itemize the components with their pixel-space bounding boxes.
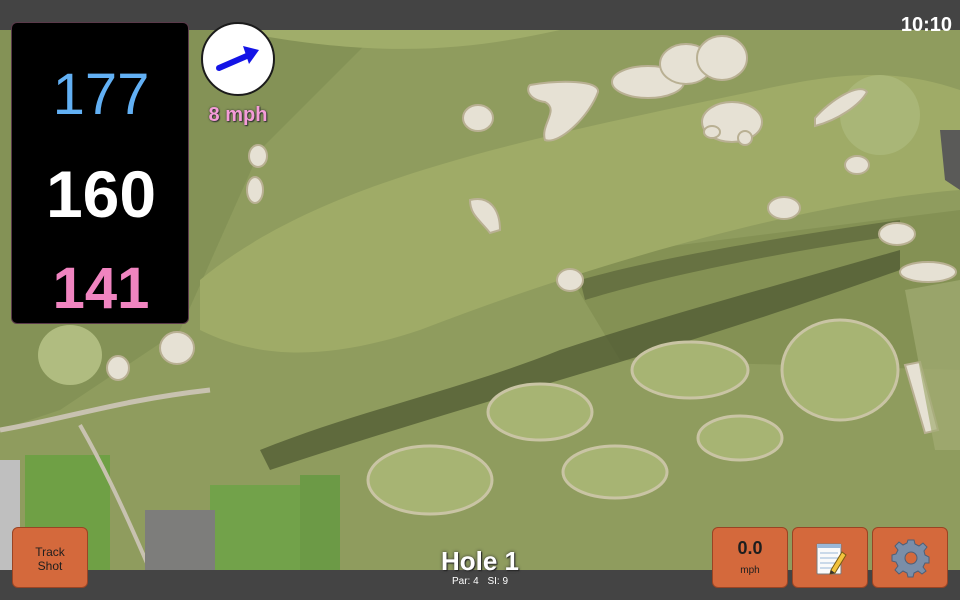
distance-panel: 177 160 141 bbox=[11, 22, 189, 324]
hole-title: Hole 1 bbox=[440, 546, 520, 576]
wind-direction-indicator bbox=[201, 22, 275, 96]
back-of-green-distance: 177 bbox=[52, 62, 150, 127]
track-shot-label-line1: Track bbox=[35, 545, 65, 559]
track-shot-button[interactable]: Track Shot bbox=[12, 527, 88, 588]
notepad-icon bbox=[816, 543, 847, 575]
speed-value: 0.0 bbox=[737, 538, 763, 558]
track-shot-label-line2: Shot bbox=[37, 559, 63, 573]
gear-icon bbox=[891, 539, 930, 578]
status-clock: 10:10 bbox=[900, 14, 952, 36]
hole-stroke-index: SI: 9 bbox=[487, 576, 509, 587]
speed-unit: mph bbox=[740, 565, 760, 576]
wind-arrow-icon bbox=[216, 46, 259, 71]
settings-button[interactable] bbox=[872, 527, 948, 588]
notes-button[interactable] bbox=[792, 527, 868, 588]
hole-info: Par: 4 SI: 9 bbox=[380, 576, 580, 587]
speed-button[interactable]: 0.0 mph bbox=[712, 527, 788, 588]
middle-of-green-distance: 160 bbox=[45, 157, 157, 231]
wind-speed-label: 8 mph bbox=[208, 104, 268, 126]
hole-par: Par: 4 bbox=[451, 576, 479, 587]
front-of-green-distance: 141 bbox=[52, 256, 150, 321]
